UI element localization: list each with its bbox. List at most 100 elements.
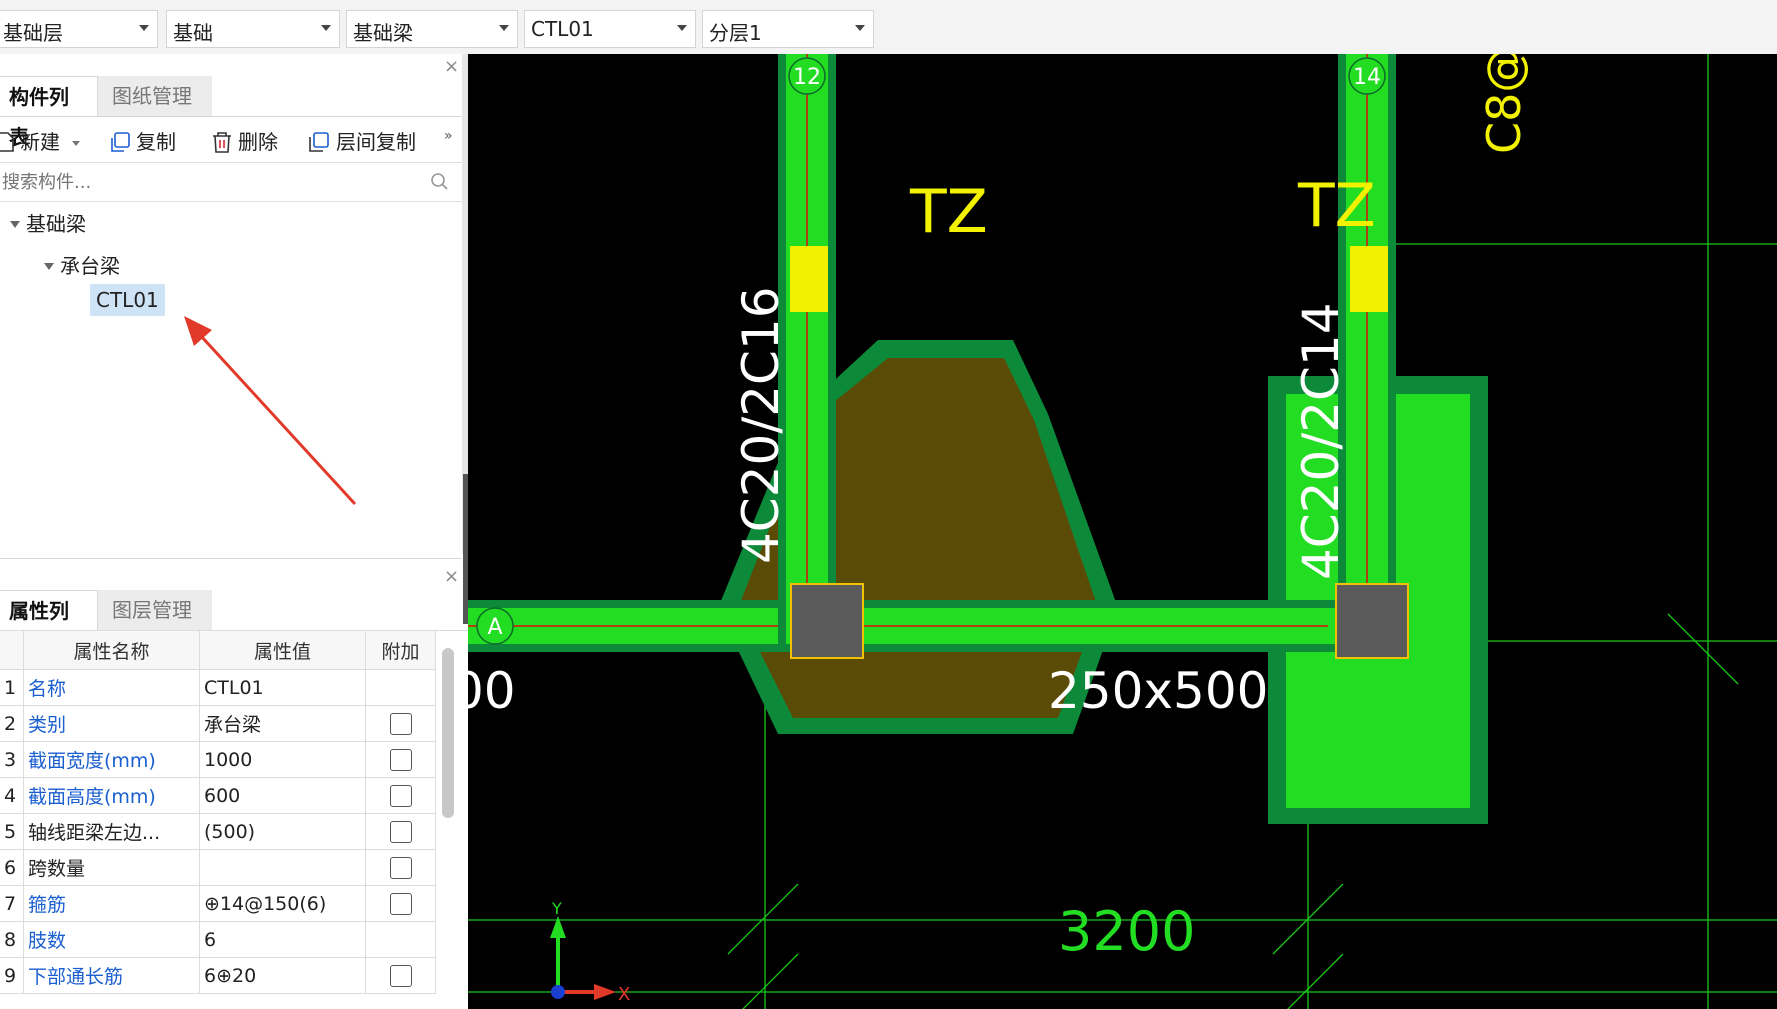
property-panel-close-icon[interactable]: × — [444, 566, 459, 587]
property-value-header: 属性值 — [199, 630, 366, 670]
property-row[interactable]: 9 下部通长筋 6⊕20 — [0, 957, 436, 994]
scrollbar-thumb[interactable] — [442, 648, 454, 818]
property-row[interactable]: 4 截面高度(mm) 600 — [0, 777, 436, 814]
extra-checkbox[interactable] — [389, 856, 412, 879]
drawing-canvas[interactable]: 12 14 A TZ TZ C8@1 4C20/2C16 4C20/2C14 2… — [468, 54, 1777, 1009]
property-name: 跨数量 — [23, 849, 200, 886]
category-select[interactable]: 基础 — [166, 10, 340, 48]
sublayer-select[interactable]: 分层1 — [702, 10, 874, 48]
property-row[interactable]: 6 跨数量 — [0, 849, 436, 886]
property-value[interactable]: 承台梁 — [199, 705, 366, 742]
property-name: 类别 — [23, 705, 200, 742]
ucs-origin — [551, 985, 565, 999]
ucs-x-arrow — [594, 984, 616, 1000]
tab-component-list[interactable]: 构件列表 — [0, 76, 98, 149]
property-row[interactable]: 1 名称 CTL01 — [0, 669, 436, 706]
property-value[interactable]: 6⊕20 — [199, 957, 366, 994]
column[interactable] — [790, 583, 864, 659]
floor-copy-button[interactable]: 层间复制 — [306, 126, 416, 155]
property-name: 截面高度(mm) — [23, 777, 200, 814]
property-extra — [365, 669, 436, 706]
property-value[interactable]: ⊕14@150(6) — [199, 885, 366, 922]
copy-button[interactable]: 复制 — [108, 126, 176, 155]
tab-drawing-management[interactable]: 图纸管理 — [98, 76, 212, 116]
component-search — [0, 162, 462, 202]
extra-checkbox[interactable] — [389, 748, 412, 771]
dimension-tick — [1667, 613, 1739, 685]
dimension-text: 3200 — [1058, 900, 1195, 963]
row-number: 1 — [0, 669, 24, 706]
property-extra — [365, 849, 436, 886]
search-input[interactable] — [0, 167, 424, 197]
column-marker — [790, 246, 828, 312]
chevron-down-icon — [72, 141, 81, 146]
ucs-y-label: Y — [551, 899, 562, 918]
component-select[interactable]: CTL01 — [524, 10, 696, 48]
chevron-down-icon — [499, 25, 509, 31]
expand-triangle-icon[interactable] — [44, 263, 54, 270]
property-row[interactable]: 2 类别 承台梁 — [0, 705, 436, 742]
new-button-label: 新建 — [20, 130, 60, 154]
ucs-icon: Y X — [550, 899, 630, 1005]
column[interactable] — [1335, 583, 1409, 659]
sublayer-select-value: 分层1 — [709, 21, 762, 45]
delete-button[interactable]: 删除 — [210, 126, 278, 155]
property-value[interactable]: 1000 — [199, 741, 366, 778]
chevron-down-icon — [139, 25, 149, 31]
property-value[interactable]: CTL01 — [199, 669, 366, 706]
extra-checkbox[interactable] — [389, 892, 412, 915]
tab-property-list[interactable]: 属性列表 — [0, 590, 98, 663]
extra-checkbox[interactable] — [389, 784, 412, 807]
floor-select[interactable]: 基础层 — [0, 10, 158, 48]
property-row[interactable]: 3 截面宽度(mm) 1000 — [0, 741, 436, 778]
property-row[interactable]: 7 箍筋 ⊕14@150(6) — [0, 885, 436, 922]
tree-node-ctl01[interactable]: CTL01 — [90, 284, 165, 316]
more-actions-icon[interactable]: » — [444, 128, 453, 144]
tree-node-cap-beam[interactable]: 承台梁 — [44, 250, 120, 279]
component-select-value: CTL01 — [531, 17, 594, 41]
extra-checkbox[interactable] — [389, 820, 412, 843]
property-name: 名称 — [23, 669, 200, 706]
property-value[interactable]: 6 — [199, 921, 366, 958]
type-select[interactable]: 基础梁 — [346, 10, 518, 48]
row-number: 5 — [0, 813, 24, 850]
component-panel-close-icon[interactable]: × — [444, 56, 459, 77]
tab-layer-management[interactable]: 图层管理 — [98, 590, 212, 630]
property-name: 下部通长筋 — [23, 957, 200, 994]
extra-checkbox[interactable] — [389, 964, 412, 987]
delete-button-label: 删除 — [238, 130, 278, 154]
axis-label: A — [487, 615, 502, 640]
property-value[interactable] — [199, 849, 366, 886]
rebar-text: 4C20/2C16 — [732, 286, 790, 564]
annotation-arrow — [184, 316, 357, 506]
property-name-header: 属性名称 — [23, 630, 200, 670]
row-number: 8 — [0, 921, 24, 958]
row-number-header — [0, 630, 24, 670]
component-panel-tabs: 构件列表 图纸管理 — [0, 76, 468, 149]
new-button[interactable]: 新建 — [0, 126, 81, 155]
top-toolbar: 基础层 基础 基础梁 CTL01 分层1 — [0, 0, 1777, 55]
panel-divider — [0, 558, 462, 559]
row-number: 9 — [0, 957, 24, 994]
tree-node-label: 基础梁 — [26, 212, 86, 236]
axis-bubble-12: 12 — [788, 57, 826, 95]
expand-triangle-icon[interactable] — [10, 221, 20, 228]
property-table-header: 属性名称 属性值 附加 — [0, 630, 436, 670]
cad-drawing[interactable]: 12 14 A TZ TZ C8@1 4C20/2C16 4C20/2C14 2… — [468, 54, 1777, 1009]
trash-icon — [213, 132, 231, 153]
dimension-text: 00 — [468, 662, 516, 720]
property-row[interactable]: 5 轴线距梁左边... (500) — [0, 813, 436, 850]
search-icon[interactable] — [430, 172, 450, 192]
property-value[interactable]: 600 — [199, 777, 366, 814]
property-value[interactable]: (500) — [199, 813, 366, 850]
axis-bubble-a: A — [476, 607, 514, 645]
new-file-icon — [0, 132, 14, 152]
property-row[interactable]: 8 肢数 6 — [0, 921, 436, 958]
beam-size-text: 250x500 — [1048, 662, 1268, 720]
property-name: 箍筋 — [23, 885, 200, 922]
extra-checkbox[interactable] — [389, 712, 412, 735]
floor-copy-icon — [309, 132, 329, 152]
ucs-y-arrow — [550, 916, 566, 938]
tz-label: TZ — [1297, 171, 1376, 241]
tree-node-foundation-beam[interactable]: 基础梁 — [10, 208, 86, 237]
